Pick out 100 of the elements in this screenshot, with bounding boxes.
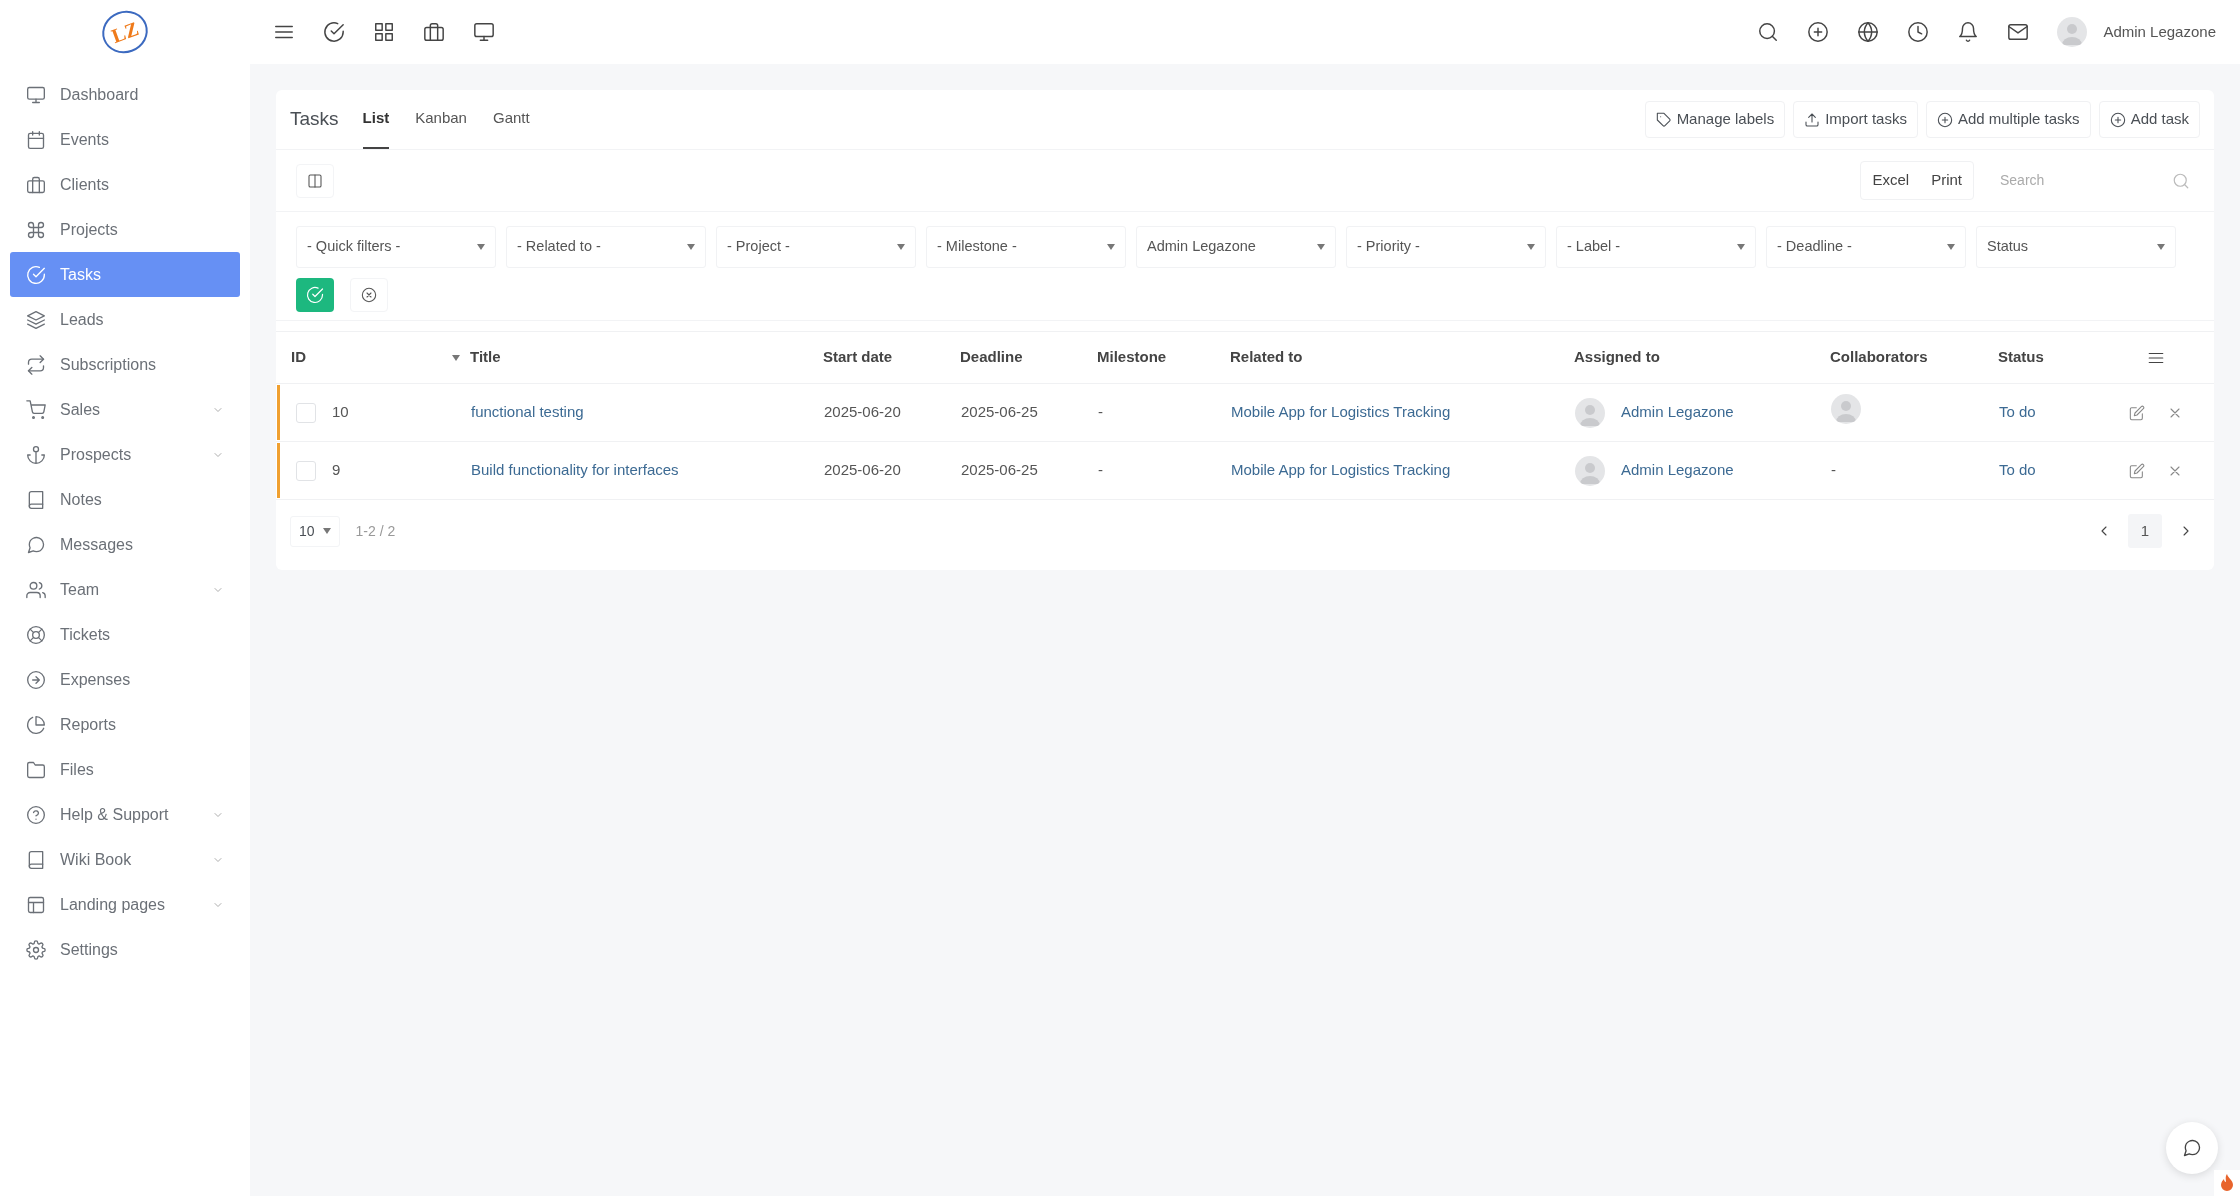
check-circle-icon [306, 286, 324, 304]
speech-bubble-icon [2182, 1138, 2202, 1158]
start-date: 2025-06-20 [824, 403, 901, 421]
globe-icon[interactable] [1857, 21, 1880, 43]
columns-icon [307, 172, 323, 189]
sidebar-item[interactable]: Help & Support [10, 792, 240, 837]
check-circle-icon [26, 264, 46, 285]
column-header[interactable]: Collaborators [1830, 348, 1928, 366]
page-title: Tasks [290, 107, 339, 132]
sidebar-item[interactable]: Notes [10, 477, 240, 522]
caret-icon [322, 528, 331, 534]
sidebar-item[interactable]: Events [10, 117, 240, 162]
chat-button[interactable] [2166, 1122, 2218, 1174]
plus-circle-icon[interactable] [1807, 21, 1830, 43]
plus-circle-icon [1936, 111, 1953, 128]
task-id: 10 [332, 402, 349, 423]
sidebar-item[interactable]: Leads [10, 297, 240, 342]
column-header[interactable]: ID [291, 346, 306, 369]
status-link[interactable]: To do [1999, 403, 2036, 421]
filter-dropdown[interactable]: - Priority - [1346, 226, 1546, 268]
user-name[interactable]: Admin Legazone [2103, 20, 2216, 44]
sidebar-item[interactable]: Reports [10, 702, 240, 747]
filter-dropdown[interactable]: Status [1976, 226, 2176, 268]
assignee-link[interactable]: Admin Legazone [1621, 401, 1734, 424]
sidebar-item[interactable]: Subscriptions [10, 342, 240, 387]
sidebar-item[interactable]: Team [10, 567, 240, 612]
sidebar-item[interactable]: Tickets [10, 612, 240, 657]
sidebar-item[interactable]: Sales [10, 387, 240, 432]
search-icon[interactable] [1757, 21, 1780, 43]
column-header[interactable]: Related to [1230, 348, 1303, 366]
sidebar-item[interactable]: Landing pages [10, 882, 240, 927]
settings-icon [26, 939, 46, 960]
anchor-icon [26, 444, 46, 465]
calendar-icon [26, 129, 46, 150]
sidebar-item[interactable]: Settings [10, 927, 240, 972]
filter-dropdown[interactable]: - Milestone - [926, 226, 1126, 268]
briefcase-icon[interactable] [423, 21, 445, 43]
filter-dropdown[interactable]: - Project - [716, 226, 916, 268]
sidebar-item[interactable]: Prospects [10, 432, 240, 477]
sidebar-item[interactable]: Dashboard [10, 72, 240, 117]
row-checkbox[interactable] [296, 402, 316, 423]
briefcase-icon [26, 174, 46, 195]
view-tab[interactable]: List [362, 104, 390, 149]
project-link[interactable]: Mobile App for Logistics Tracking [1231, 461, 1451, 479]
clear-filter-button[interactable] [350, 278, 388, 312]
export-button[interactable]: Excel [1861, 162, 1921, 199]
pie-chart-icon [26, 714, 46, 735]
caret-icon [1527, 244, 1535, 250]
view-tab[interactable]: Kanban [415, 104, 467, 149]
edit-button[interactable] [2129, 462, 2145, 479]
filter-dropdown[interactable]: - Label - [1556, 226, 1756, 268]
caret-icon [897, 244, 905, 250]
assignee-link[interactable]: Admin Legazone [1621, 459, 1734, 482]
bell-icon[interactable] [1957, 21, 1980, 43]
column-header[interactable]: Assigned to [1574, 348, 1660, 366]
sidebar-item[interactable]: Wiki Book [10, 837, 240, 882]
check-circle-icon[interactable] [323, 21, 345, 43]
caret-icon [1947, 244, 1955, 250]
page-button[interactable]: 1 [2128, 514, 2162, 548]
row-checkbox[interactable] [296, 460, 316, 481]
edit-button[interactable] [2129, 404, 2145, 421]
sidebar-item[interactable]: Expenses [10, 657, 240, 702]
column-header[interactable]: Milestone [1097, 348, 1167, 366]
action-button[interactable]: Import tasks [1793, 101, 1918, 138]
command-icon [26, 219, 46, 240]
filter-dropdown[interactable]: - Quick filters - [296, 226, 496, 268]
sidebar-item[interactable]: Messages [10, 522, 240, 567]
status-link[interactable]: To do [1999, 461, 2036, 479]
sidebar-item[interactable]: Clients [10, 162, 240, 207]
view-tab[interactable]: Gantt [492, 104, 530, 149]
filter-dropdown[interactable]: Admin Legazone [1136, 226, 1336, 268]
filter-dropdown[interactable]: - Related to - [506, 226, 706, 268]
task-title-link[interactable]: Build functionality for interfaces [471, 461, 679, 479]
mail-icon[interactable] [2007, 21, 2030, 43]
plus-circle-icon [2109, 111, 2126, 128]
project-link[interactable]: Mobile App for Logistics Tracking [1231, 403, 1451, 421]
search-icon [2172, 171, 2190, 190]
action-button[interactable]: Add multiple tasks [1925, 101, 2091, 138]
column-header[interactable]: Status [1998, 348, 2044, 366]
avatar [2057, 17, 2088, 47]
clock-icon[interactable] [1907, 21, 1930, 43]
lifebuoy-icon [26, 624, 46, 645]
export-button[interactable]: Print [1920, 162, 1973, 199]
action-button[interactable]: Add task [2098, 101, 2200, 138]
folder-icon [26, 759, 46, 780]
sidebar-item[interactable]: Projects [10, 207, 240, 252]
filter-dropdown[interactable]: - Deadline - [1766, 226, 1966, 268]
help-icon [26, 804, 46, 825]
deadline-date: 2025-06-25 [961, 403, 1038, 421]
tag-icon [1655, 111, 1672, 128]
sidebar-item[interactable]: Files [10, 747, 240, 792]
action-button[interactable]: Manage labels [1644, 101, 1786, 138]
monitor-icon[interactable] [473, 21, 495, 43]
column-header[interactable]: Start date [823, 348, 893, 366]
page-size-dropdown[interactable]: 10 [290, 515, 340, 547]
column-header[interactable]: Deadline [960, 348, 1023, 366]
upload-icon [1804, 111, 1821, 128]
column-header[interactable]: Title [470, 348, 501, 366]
grid-icon[interactable] [373, 21, 395, 43]
task-title-link[interactable]: functional testing [471, 403, 584, 421]
